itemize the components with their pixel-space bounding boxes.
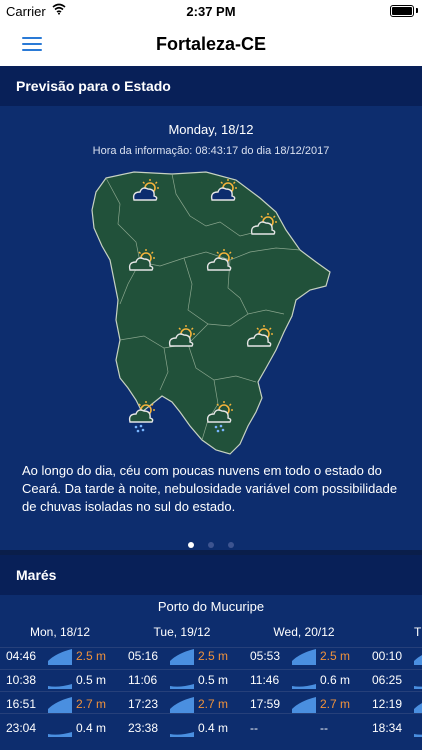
tide-time: 23:38	[128, 721, 159, 735]
tide-row: 05:53 2.5 m	[244, 647, 364, 669]
low-tide-icon	[292, 684, 316, 689]
ceara-state-map	[91, 171, 331, 455]
tide-row: -- --	[244, 719, 364, 741]
tide-time: 10:38	[6, 673, 37, 687]
forecast-header-label: Previsão para o Estado	[16, 78, 171, 94]
high-tide-icon	[48, 697, 72, 713]
status-bar: Carrier 2:37 PM	[0, 0, 422, 22]
tide-row: 11:06 0.5 m	[122, 671, 242, 693]
tide-day-label: Wed, 20/12	[273, 625, 335, 639]
battery-icon	[390, 5, 414, 17]
low-tide-icon	[414, 734, 422, 737]
low-tide-icon	[170, 684, 194, 689]
low-tide-icon	[48, 732, 72, 737]
page-title: Fortaleza-CE	[155, 34, 267, 54]
tide-day-label: Thu,	[413, 625, 422, 639]
tide-row: 04:46 2.5 m	[0, 647, 120, 669]
tide-time: 06:25	[372, 673, 403, 687]
tide-time: 05:16	[128, 649, 159, 663]
tide-height: 2.5 m	[320, 649, 351, 663]
tide-row: 23:04 0.4 m	[0, 719, 120, 741]
tide-row: 05:16 2.5 m	[122, 647, 242, 669]
tide-day-label: Tue, 19/12	[153, 625, 211, 639]
row-divider	[0, 691, 422, 692]
forecast-date: Monday, 18/12	[168, 122, 254, 137]
tide-height: 2.5 m	[76, 649, 107, 663]
tide-time: 11:06	[128, 673, 158, 687]
tide-time: --	[250, 721, 258, 735]
tide-time: 16:51	[6, 697, 37, 711]
tide-height: 0.4 m	[198, 721, 229, 735]
high-tide-icon	[414, 655, 422, 665]
low-tide-icon	[414, 686, 422, 689]
tide-row: 23:38 0.4 m	[122, 719, 242, 741]
low-tide-icon	[48, 684, 72, 689]
row-divider	[0, 647, 422, 648]
high-tide-icon	[170, 697, 194, 713]
tide-time: 05:53	[250, 649, 281, 663]
clock: 2:37 PM	[186, 4, 236, 19]
tide-row: 18:34	[366, 719, 422, 741]
forecast-description: Ao longo do dia, céu com poucas nuvens e…	[22, 463, 398, 514]
tide-row: 00:10	[366, 647, 422, 669]
page-dot-3[interactable]	[228, 542, 235, 548]
tide-height: 0.6 m	[320, 673, 351, 687]
row-divider	[0, 713, 422, 714]
tide-row: 10:38 0.5 m	[0, 671, 120, 693]
tide-height: 0.5 m	[76, 673, 107, 687]
tide-time: 04:46	[6, 649, 37, 663]
high-tide-icon	[292, 649, 316, 665]
high-tide-icon	[292, 697, 316, 713]
tide-height: 0.5 m	[198, 673, 229, 687]
tide-row: 06:25	[366, 671, 422, 693]
page-dot-2[interactable]	[208, 542, 214, 548]
tides-header-label: Marés	[16, 567, 57, 583]
tide-height: 2.7 m	[76, 697, 107, 711]
navigation-bar: Fortaleza-CE	[0, 22, 422, 67]
row-divider	[0, 669, 422, 670]
high-tide-icon	[414, 703, 422, 713]
tide-height: 2.7 m	[320, 697, 351, 711]
tide-day-label: Mon, 18/12	[29, 625, 91, 639]
high-tide-icon	[170, 649, 194, 665]
tide-time: 17:23	[128, 697, 159, 711]
low-tide-icon	[170, 732, 194, 737]
forecast-section-header: Previsão para o Estado	[0, 66, 422, 106]
page-indicator[interactable]	[0, 535, 422, 553]
tides-card[interactable]: Porto do Mucuripe Mon, 18/12 04:46 2.5 m 10…	[0, 595, 422, 750]
tide-height: --	[320, 721, 328, 735]
tide-time: 18:34	[372, 721, 403, 735]
battery-tip	[416, 8, 418, 13]
tide-time: 17:59	[250, 697, 281, 711]
page-dot-1[interactable]	[187, 542, 194, 548]
tide-time: 00:10	[372, 649, 403, 663]
map-state-shape	[91, 171, 331, 455]
forecast-card[interactable]: Monday, 18/12 Hora da informação: 08:43:…	[0, 106, 422, 550]
tide-time: 11:46	[250, 673, 280, 687]
tide-row: 11:46 0.6 m	[244, 671, 364, 693]
tide-height: 0.4 m	[76, 721, 107, 735]
high-tide-icon	[48, 649, 72, 665]
tide-time: 23:04	[6, 721, 37, 735]
tide-height: 2.7 m	[198, 697, 229, 711]
tide-port-name: Porto do Mucuripe	[157, 599, 265, 614]
tide-time: 12:19	[372, 697, 403, 711]
tide-height: 2.5 m	[198, 649, 229, 663]
forecast-info-time: Hora da informação: 08:43:17 do dia 18/1…	[92, 145, 330, 157]
tides-section-header: Marés	[0, 555, 422, 595]
partly-cloudy-rain-icon	[128, 401, 155, 433]
